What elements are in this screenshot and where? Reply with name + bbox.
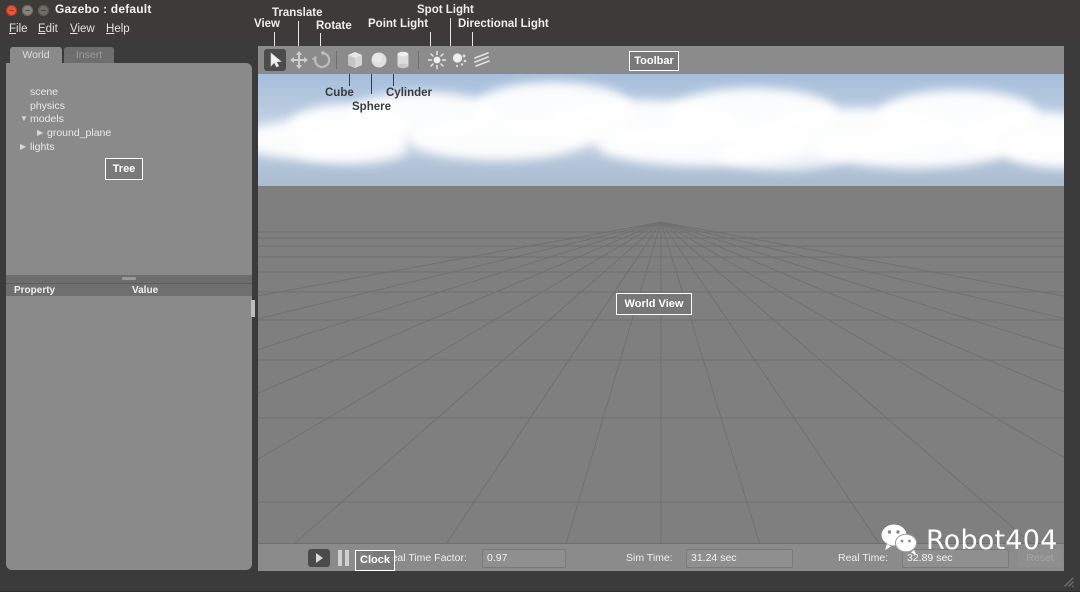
play-icon — [316, 553, 323, 563]
sim-time-value: 31.24 sec — [691, 552, 737, 564]
twisty-collapsed-icon[interactable]: ▶ — [20, 142, 26, 151]
left-panel: World Insert scene physics ▼ models ▶ gr… — [6, 47, 252, 570]
close-window-icon[interactable] — [6, 5, 17, 16]
leader-line-view — [274, 32, 275, 46]
leader-line-directional-light — [472, 32, 473, 46]
twisty-expanded-icon[interactable]: ▼ — [20, 114, 28, 123]
resize-grip-icon[interactable] — [1062, 574, 1074, 588]
sky-backdrop — [258, 74, 1064, 186]
watermark-text: Robot404 — [926, 524, 1058, 556]
menu-help[interactable]: Help — [106, 23, 130, 35]
play-button[interactable] — [308, 549, 330, 567]
callout-rotate: Rotate — [316, 20, 352, 32]
property-table-body[interactable] — [6, 296, 252, 570]
menu-view[interactable]: View — [70, 23, 95, 35]
tree-item-models[interactable]: models — [30, 113, 64, 125]
callout-translate: Translate — [272, 7, 323, 19]
twisty-collapsed-icon[interactable]: ▶ — [37, 128, 43, 137]
panel-splitter-vertical[interactable] — [251, 300, 255, 317]
real-time-factor-label: Real Time Factor: — [384, 552, 467, 564]
annotation-toolbar: Toolbar — [629, 51, 679, 71]
maximize-window-icon[interactable] — [38, 5, 49, 16]
leader-line-spot-light — [450, 18, 451, 46]
callout-cube: Cube — [325, 87, 354, 99]
annotation-world-view: World View — [616, 293, 692, 315]
tab-insert[interactable]: Insert — [64, 47, 114, 63]
leader-line-sphere — [371, 74, 372, 94]
rotate-arrows-icon — [311, 50, 331, 69]
ground-plane-grid — [258, 186, 1064, 571]
real-time-factor-value: 0.97 — [487, 552, 508, 564]
tree-item-scene[interactable]: scene — [30, 86, 58, 98]
gazebo-window: Gazebo : default File Edit View Help Wor… — [0, 0, 1080, 591]
property-table-header: Property Value — [6, 283, 252, 297]
directional-light-icon — [474, 52, 490, 67]
insert-sphere-button[interactable] — [368, 49, 390, 71]
leader-line-point-light — [430, 32, 431, 46]
cube-icon — [348, 52, 362, 68]
tree-item-lights[interactable]: lights — [30, 141, 55, 153]
pause-icon — [345, 550, 349, 566]
insert-spot-light-button[interactable] — [449, 49, 471, 71]
tree-item-physics[interactable]: physics — [30, 100, 65, 112]
panel-splitter-horizontal[interactable] — [6, 275, 252, 283]
pause-icon — [338, 550, 342, 566]
annotation-tree: Tree — [105, 158, 143, 180]
leader-line-translate — [298, 21, 299, 46]
window-controls — [6, 5, 49, 16]
toolbar-separator — [336, 51, 337, 69]
splitter-grip-icon — [122, 277, 136, 280]
leader-line-cube — [349, 74, 350, 86]
toolbar-separator — [418, 51, 419, 69]
callout-spot-light: Spot Light — [417, 4, 474, 16]
wechat-icon — [881, 524, 917, 555]
insert-cylinder-button[interactable] — [392, 49, 414, 71]
arrow-cursor-icon — [270, 52, 282, 68]
tab-world[interactable]: World — [10, 47, 62, 63]
leader-line-rotate — [320, 33, 321, 46]
sim-time-label: Sim Time: — [626, 552, 673, 564]
cylinder-icon — [397, 51, 409, 69]
callout-view: View — [254, 18, 280, 30]
leader-line-cylinder — [393, 74, 394, 86]
translate-arrows-icon — [290, 51, 308, 69]
menu-edit[interactable]: Edit — [38, 23, 58, 35]
minimize-window-icon[interactable] — [22, 5, 33, 16]
sphere-icon — [371, 52, 387, 68]
insert-box-button[interactable] — [344, 49, 366, 71]
rotate-mode-button[interactable] — [311, 49, 333, 71]
point-light-icon — [427, 50, 447, 70]
translate-mode-button[interactable] — [288, 49, 310, 71]
select-mode-button[interactable] — [264, 49, 286, 71]
callout-point-light: Point Light — [368, 18, 429, 30]
callout-directional-light: Directional Light — [458, 18, 549, 30]
menu-file[interactable]: File — [9, 23, 28, 35]
annotation-clock: Clock — [355, 550, 395, 571]
title-bar: Gazebo : default — [0, 0, 1080, 20]
tree-item-ground-plane[interactable]: ground_plane — [47, 127, 111, 139]
insert-point-light-button[interactable] — [426, 49, 448, 71]
watermark: Robot404 — [880, 523, 1057, 557]
callout-sphere: Sphere — [352, 101, 391, 113]
callout-cylinder: Cylinder — [386, 87, 433, 99]
spot-light-icon — [452, 53, 467, 68]
insert-directional-light-button[interactable] — [472, 49, 494, 71]
pause-button[interactable] — [336, 549, 352, 567]
window-title: Gazebo : default — [55, 2, 152, 16]
panel-tabs: World Insert — [6, 47, 252, 63]
